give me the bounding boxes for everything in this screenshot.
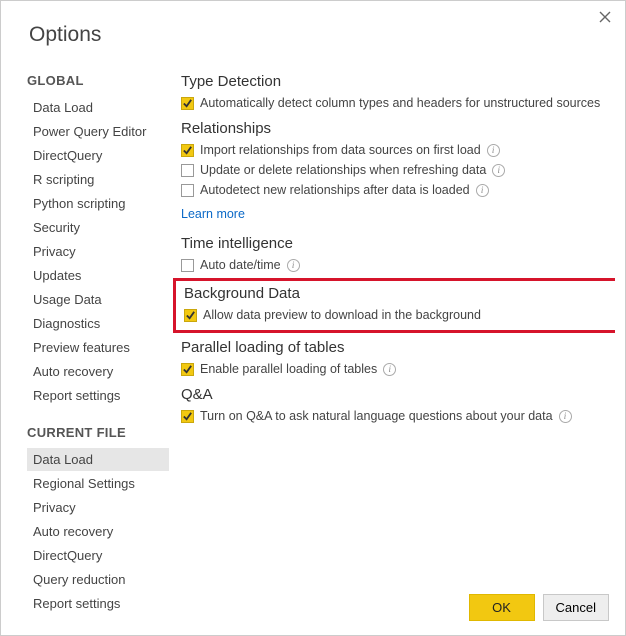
- checkbox-icon: [181, 410, 194, 423]
- learn-more-link[interactable]: Learn more: [181, 207, 245, 221]
- option-label: Update or delete relationships when refr…: [200, 163, 486, 177]
- info-icon[interactable]: i: [287, 259, 300, 272]
- dialog-title: Options: [1, 1, 625, 57]
- option-label: Enable parallel loading of tables: [200, 362, 377, 376]
- sidebar-item[interactable]: Python scripting: [27, 192, 169, 215]
- option-auto-datetime[interactable]: Auto date/time i: [181, 258, 615, 272]
- section-parallel-loading: Parallel loading of tables: [181, 339, 615, 356]
- dialog-content: GLOBAL Data LoadPower Query EditorDirect…: [1, 57, 625, 567]
- sidebar-header-current: CURRENT FILE: [27, 425, 169, 440]
- cancel-button[interactable]: Cancel: [543, 594, 609, 621]
- sidebar-item[interactable]: Diagnostics: [27, 312, 169, 335]
- section-time-intelligence: Time intelligence: [181, 235, 615, 252]
- sidebar-item[interactable]: DirectQuery: [27, 144, 169, 167]
- sidebar-item[interactable]: Security: [27, 216, 169, 239]
- sidebar-item[interactable]: Data Load: [27, 96, 169, 119]
- close-button[interactable]: [597, 9, 613, 28]
- checkbox-icon: [181, 259, 194, 272]
- dialog-footer: OK Cancel: [469, 594, 609, 621]
- sidebar-item[interactable]: Auto recovery: [27, 360, 169, 383]
- info-icon[interactable]: i: [476, 184, 489, 197]
- close-icon: [599, 11, 611, 23]
- sidebar-item[interactable]: DirectQuery: [27, 544, 169, 567]
- sidebar-item[interactable]: Privacy: [27, 240, 169, 263]
- sidebar: GLOBAL Data LoadPower Query EditorDirect…: [27, 63, 169, 567]
- info-icon[interactable]: i: [487, 144, 500, 157]
- checkbox-icon: [181, 144, 194, 157]
- section-type-detection: Type Detection: [181, 73, 615, 90]
- checkbox-icon: [184, 309, 197, 322]
- sidebar-item[interactable]: Privacy: [27, 496, 169, 519]
- sidebar-item[interactable]: Usage Data: [27, 288, 169, 311]
- checkbox-icon: [181, 97, 194, 110]
- sidebar-item[interactable]: Preview features: [27, 336, 169, 359]
- option-label: Automatically detect column types and he…: [200, 96, 600, 110]
- ok-button[interactable]: OK: [469, 594, 535, 621]
- sidebar-item[interactable]: Updates: [27, 264, 169, 287]
- sidebar-item[interactable]: Report settings: [27, 592, 169, 615]
- option-background-preview[interactable]: Allow data preview to download in the ba…: [184, 308, 612, 322]
- sidebar-item[interactable]: Auto recovery: [27, 520, 169, 543]
- info-icon[interactable]: i: [383, 363, 396, 376]
- option-parallel-loading[interactable]: Enable parallel loading of tables i: [181, 362, 615, 376]
- section-background-data: Background Data: [184, 285, 612, 302]
- sidebar-item[interactable]: Query reduction: [27, 568, 169, 591]
- option-label: Auto date/time: [200, 258, 281, 272]
- option-auto-detect-types[interactable]: Automatically detect column types and he…: [181, 96, 615, 110]
- checkbox-icon: [181, 363, 194, 376]
- sidebar-item[interactable]: R scripting: [27, 168, 169, 191]
- sidebar-header-global: GLOBAL: [27, 73, 169, 88]
- option-label: Allow data preview to download in the ba…: [203, 308, 481, 322]
- option-label: Import relationships from data sources o…: [200, 143, 481, 157]
- checkbox-icon: [181, 164, 194, 177]
- option-autodetect-relationships[interactable]: Autodetect new relationships after data …: [181, 183, 615, 197]
- sidebar-item[interactable]: Regional Settings: [27, 472, 169, 495]
- checkbox-icon: [181, 184, 194, 197]
- info-icon[interactable]: i: [492, 164, 505, 177]
- sidebar-item[interactable]: Data Load: [27, 448, 169, 471]
- option-label: Turn on Q&A to ask natural language ques…: [200, 409, 553, 423]
- main-panel: Type Detection Automatically detect colu…: [169, 63, 615, 567]
- sidebar-item[interactable]: Report settings: [27, 384, 169, 407]
- option-qa[interactable]: Turn on Q&A to ask natural language ques…: [181, 409, 615, 423]
- section-relationships: Relationships: [181, 120, 615, 137]
- section-qa: Q&A: [181, 386, 615, 403]
- sidebar-item[interactable]: Power Query Editor: [27, 120, 169, 143]
- info-icon[interactable]: i: [559, 410, 572, 423]
- option-update-relationships[interactable]: Update or delete relationships when refr…: [181, 163, 615, 177]
- option-label: Autodetect new relationships after data …: [200, 183, 470, 197]
- highlight-box: Background Data Allow data preview to do…: [173, 278, 615, 333]
- option-import-relationships[interactable]: Import relationships from data sources o…: [181, 143, 615, 157]
